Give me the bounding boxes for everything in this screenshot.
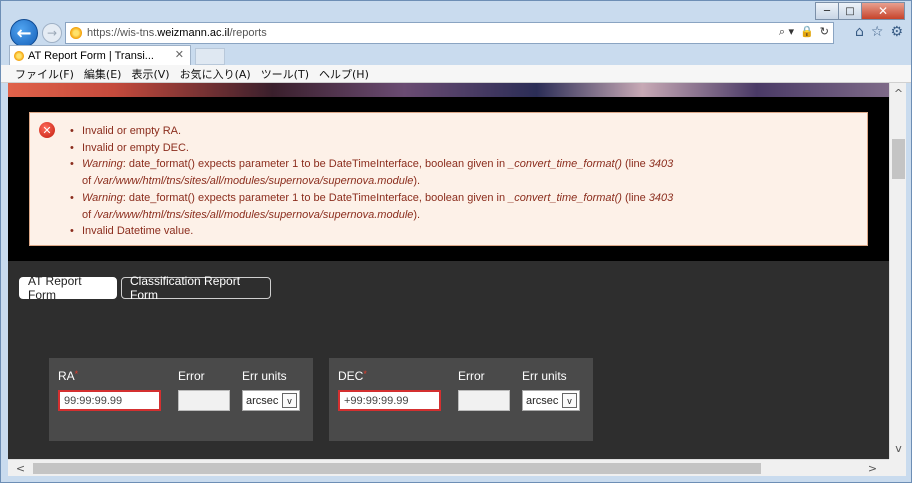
scroll-left-icon[interactable]: < (12, 460, 29, 477)
new-tab-button[interactable] (195, 48, 225, 65)
warning-item: Warning: date_format() expects parameter… (70, 156, 673, 173)
ra-error-label: Error (178, 369, 205, 383)
tab-bar: AT Report Form | Transi... ✕ (1, 45, 911, 65)
vertical-scroll-thumb[interactable] (892, 139, 905, 179)
error-item: Invalid Datetime value. (70, 223, 673, 240)
navigation-bar: ← → https://wis-tns.weizmann.ac.il/repor… (1, 19, 911, 47)
menu-edit[interactable]: 編集(E) (84, 66, 122, 82)
chevron-down-icon: v (282, 393, 297, 408)
refresh-icon[interactable]: ↻ (820, 25, 829, 39)
page-content: ✕ Invalid or empty RA. Invalid or empty … (8, 83, 889, 459)
address-bar[interactable]: https://wis-tns.weizmann.ac.il/reports ⌕… (65, 22, 834, 44)
menu-file[interactable]: ファイル(F) (15, 66, 74, 82)
error-message-box: ✕ Invalid or empty RA. Invalid or empty … (29, 112, 868, 246)
scroll-up-icon[interactable]: ^ (890, 85, 907, 102)
horizontal-scroll-thumb[interactable] (33, 463, 761, 474)
menu-tools[interactable]: ツール(T) (261, 66, 309, 82)
ra-err-units-label: Err units (242, 369, 287, 383)
ra-field-group: RA* Error Err units 99:99:99.99 arcsec v (49, 358, 313, 441)
menu-help[interactable]: ヘルプ(H) (319, 66, 369, 82)
scroll-down-icon[interactable]: v (890, 440, 907, 457)
dec-error-input[interactable] (458, 390, 510, 411)
dec-error-label: Error (458, 369, 485, 383)
forward-button[interactable]: → (42, 23, 62, 43)
address-bar-icons: ⌕ ▾ 🔒 ↻ (779, 25, 829, 39)
required-marker: * (74, 369, 79, 379)
window-controls: ─ □ ✕ (815, 2, 905, 20)
ra-input[interactable]: 99:99:99.99 (58, 390, 161, 411)
tab-classification-report-form[interactable]: Classification Report Form (121, 274, 271, 302)
menu-bar: ファイル(F) 編集(E) 表示(V) お気に入り(A) ツール(T) ヘルプ(… (1, 65, 911, 83)
ra-label: RA* (58, 369, 79, 383)
back-arrow-icon: ← (16, 22, 32, 44)
dec-err-units-select[interactable]: arcsec v (522, 390, 580, 411)
settings-gear-icon[interactable]: ⚙ (890, 24, 903, 40)
tab-close-icon[interactable]: ✕ (175, 48, 184, 61)
tab-title: AT Report Form | Transi... (28, 49, 154, 62)
maximize-button[interactable]: □ (838, 2, 862, 20)
search-dropdown-icon[interactable]: ⌕ ▾ (779, 25, 794, 39)
url-text[interactable]: https://wis-tns.weizmann.ac.il/reports (87, 27, 267, 39)
warning-item-continued: of /var/www/html/tns/sites/all/modules/s… (82, 175, 421, 188)
minimize-button[interactable]: ─ (815, 2, 839, 20)
tab-at-report-form[interactable]: AT Report Form (19, 274, 117, 302)
error-item: Invalid or empty RA. (70, 123, 673, 140)
report-form-area: AT Report Form Classification Report For… (8, 261, 889, 459)
error-item: Invalid or empty DEC. (70, 140, 673, 157)
warning-item-continued: of /var/www/html/tns/sites/all/modules/s… (82, 208, 421, 221)
menu-view[interactable]: 表示(V) (131, 66, 169, 82)
vertical-scrollbar[interactable]: ^ v (889, 83, 906, 459)
favorites-star-icon[interactable]: ☆ (871, 24, 884, 40)
scroll-right-icon[interactable]: > (864, 460, 881, 477)
forward-arrow-icon: → (46, 26, 58, 40)
back-button[interactable]: ← (10, 19, 38, 47)
dec-field-group: DEC* Error Err units +99:99:99.99 arcsec… (329, 358, 593, 441)
close-window-button[interactable]: ✕ (861, 2, 905, 20)
tab-favicon-icon (14, 50, 24, 61)
horizontal-scrollbar[interactable]: < > (8, 459, 889, 476)
dec-label: DEC* (338, 369, 367, 383)
ra-err-units-select[interactable]: arcsec v (242, 390, 300, 411)
required-marker: * (363, 369, 367, 379)
lock-icon[interactable]: 🔒 (800, 25, 814, 39)
scrollbar-corner (889, 459, 906, 476)
toolbar-icons: ⌂ ☆ ⚙ (855, 24, 903, 40)
warning-item: Warning: date_format() expects parameter… (70, 190, 673, 207)
error-icon: ✕ (39, 122, 55, 138)
home-icon[interactable]: ⌂ (855, 24, 864, 40)
ra-error-input[interactable] (178, 390, 230, 411)
dec-input[interactable]: +99:99:99.99 (338, 390, 441, 411)
browser-window: ─ □ ✕ ← → https://wis-tns.weizmann.ac.il… (0, 0, 912, 483)
dec-err-units-label: Err units (522, 369, 567, 383)
header-banner-image (8, 83, 889, 97)
site-favicon-icon (70, 27, 82, 39)
menu-favorites[interactable]: お気に入り(A) (180, 66, 251, 82)
browser-tab[interactable]: AT Report Form | Transi... ✕ (9, 45, 191, 65)
chevron-down-icon: v (562, 393, 577, 408)
error-list: Invalid or empty RA. Invalid or empty DE… (70, 123, 673, 240)
